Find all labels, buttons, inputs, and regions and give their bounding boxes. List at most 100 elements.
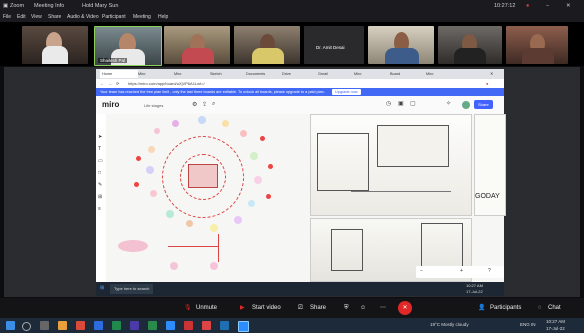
miro-info-banner: Your team has reached the free plan limi… bbox=[96, 88, 504, 96]
more-tools-icon[interactable]: ≡ bbox=[98, 206, 101, 212]
back-icon[interactable]: ← bbox=[100, 79, 104, 88]
mind-map-diagram[interactable] bbox=[110, 116, 300, 276]
reactions-icon[interactable]: ☺ bbox=[360, 302, 366, 314]
participants-button[interactable]: Participants bbox=[490, 302, 521, 314]
browser-tab[interactable]: Miro bbox=[352, 70, 390, 78]
shape-tool-icon[interactable]: □ bbox=[98, 170, 101, 176]
reload-icon[interactable]: ⟳ bbox=[116, 79, 119, 88]
mic-muted-icon[interactable]: 🎙 bbox=[184, 302, 192, 314]
zoom-out-icon[interactable]: − bbox=[420, 268, 423, 274]
app-icon[interactable] bbox=[220, 321, 229, 330]
browser-tab[interactable]: Documents bbox=[244, 70, 282, 78]
text-tool-icon[interactable]: T bbox=[98, 146, 101, 152]
browser-tab[interactable]: Drive bbox=[280, 70, 318, 78]
browser-tab[interactable]: Board bbox=[388, 70, 426, 78]
avatar[interactable] bbox=[462, 101, 470, 109]
sketch-thumbnail[interactable]: GODAY bbox=[474, 114, 506, 216]
audio-status-label: Hold Mary Sun bbox=[82, 3, 119, 9]
start-video-button[interactable]: Start video bbox=[252, 302, 281, 314]
participant-tile[interactable] bbox=[164, 26, 230, 64]
browser-tab[interactable]: Sketch bbox=[208, 70, 246, 78]
browser-tab[interactable]: Home bbox=[100, 70, 138, 78]
extension-icon[interactable]: ● bbox=[486, 79, 488, 88]
street-sketch-image[interactable] bbox=[310, 114, 472, 216]
comment-icon[interactable]: ▢ bbox=[410, 100, 416, 107]
menu-meeting[interactable]: Meeting bbox=[133, 12, 151, 22]
participant-tile[interactable]: Dr. Amit Desai bbox=[304, 26, 364, 64]
miro-board-canvas[interactable]: ➤ T ▭ □ ✎ ⊞ ≡ GODAY − + ? bbox=[96, 114, 506, 282]
active-speaker-tile[interactable]: Shailesh Pal bbox=[94, 26, 162, 66]
browser-tab[interactable]: Miro bbox=[424, 70, 462, 78]
upgrade-button[interactable]: Upgrade now bbox=[332, 89, 361, 95]
sticky-note-icon[interactable]: ▭ bbox=[98, 158, 103, 164]
more-icon[interactable]: ⋯ bbox=[380, 302, 386, 314]
system-date[interactable]: 17-Jul-22 bbox=[546, 326, 565, 331]
taskbar-search[interactable]: Type here to search bbox=[110, 284, 154, 294]
pdf-icon[interactable] bbox=[184, 321, 193, 330]
chat-button[interactable]: Chat bbox=[548, 302, 561, 314]
app-icon[interactable] bbox=[202, 321, 211, 330]
minimize-icon[interactable]: − bbox=[546, 0, 549, 12]
menu-help[interactable]: Help bbox=[158, 12, 168, 22]
start-icon[interactable]: ⊞ bbox=[100, 285, 104, 291]
frame-tool-icon[interactable]: ⊞ bbox=[98, 194, 102, 200]
menu-participant[interactable]: Participant bbox=[102, 12, 126, 22]
chat-icon[interactable]: ◌ bbox=[538, 302, 542, 314]
settings-icon[interactable]: ⚙ bbox=[192, 101, 197, 108]
browser-close-icon[interactable]: ✕ bbox=[490, 69, 493, 79]
chrome-icon[interactable] bbox=[76, 321, 85, 330]
meeting-info-button[interactable]: Meeting Info bbox=[34, 0, 64, 12]
upload-icon[interactable]: ⇪ bbox=[202, 101, 207, 108]
zoom-in-icon[interactable]: + bbox=[460, 268, 463, 274]
participants-icon[interactable]: 👤 bbox=[478, 302, 485, 314]
share-board-button[interactable]: Share bbox=[474, 100, 493, 109]
shield-icon[interactable]: ⛨ bbox=[344, 302, 349, 314]
task-view-icon[interactable] bbox=[40, 321, 49, 330]
video-off-icon[interactable]: ▶ bbox=[240, 302, 245, 314]
zoom-taskbar-icon[interactable] bbox=[166, 321, 175, 330]
browser-tab[interactable]: Miro bbox=[136, 70, 174, 78]
pen-tool-icon[interactable]: ✎ bbox=[98, 182, 102, 188]
address-url[interactable]: https://miro.com/app/board/uXjVP6A1LwI=/ bbox=[128, 79, 205, 88]
word-icon[interactable] bbox=[94, 321, 103, 330]
excel-icon[interactable] bbox=[112, 321, 121, 330]
close-icon[interactable]: ✕ bbox=[566, 0, 571, 12]
participant-tile[interactable] bbox=[234, 26, 300, 64]
menu-edit[interactable]: Edit bbox=[17, 12, 26, 22]
participant-tile[interactable] bbox=[22, 26, 88, 64]
app-icon[interactable] bbox=[148, 321, 157, 330]
search-taskbar-icon[interactable] bbox=[22, 322, 31, 331]
app-icon[interactable] bbox=[130, 321, 139, 330]
reaction-icon[interactable]: ✧ bbox=[446, 100, 451, 107]
leave-button[interactable]: ✕ bbox=[398, 301, 412, 315]
participant-tile[interactable] bbox=[368, 26, 434, 64]
help-icon[interactable]: ? bbox=[488, 268, 491, 274]
participant-tile[interactable] bbox=[506, 26, 568, 64]
browser-address-bar[interactable]: ← → ⟳ https://miro.com/app/board/uXjVP6A… bbox=[96, 79, 504, 88]
weather-label[interactable]: 19°C Mostly cloudy bbox=[430, 322, 469, 327]
board-name[interactable]: Life stages bbox=[144, 103, 163, 108]
menu-file[interactable]: File bbox=[3, 12, 11, 22]
share-screen-icon[interactable]: ⎚ bbox=[298, 302, 303, 314]
zoom-active-icon[interactable] bbox=[238, 321, 249, 332]
search-icon[interactable]: ⌕ bbox=[212, 101, 215, 108]
browser-tab[interactable]: Gmail bbox=[316, 70, 354, 78]
select-tool-icon[interactable]: ➤ bbox=[98, 134, 102, 140]
menu-view[interactable]: View bbox=[31, 12, 42, 22]
menu-audio-video[interactable]: Audio & Video bbox=[67, 12, 99, 22]
participant-tile[interactable] bbox=[438, 26, 502, 64]
record-icon: ● bbox=[526, 3, 530, 9]
system-time[interactable]: 10:27 AM bbox=[546, 319, 565, 324]
forward-icon[interactable]: → bbox=[108, 79, 112, 88]
taskbar-date: 17-Jul-22 bbox=[466, 289, 483, 294]
menu-share[interactable]: Share bbox=[48, 12, 61, 22]
file-explorer-icon[interactable] bbox=[58, 321, 67, 330]
timer-icon[interactable]: ◷ bbox=[386, 100, 391, 107]
language-label[interactable]: ENG IN bbox=[520, 322, 536, 327]
unmute-button[interactable]: Unmute bbox=[196, 302, 217, 314]
participant-name: Shailesh Pal bbox=[98, 58, 128, 63]
windows-start-icon[interactable] bbox=[6, 321, 15, 330]
share-button[interactable]: Share bbox=[310, 302, 326, 314]
browser-tab[interactable]: Miro bbox=[172, 70, 210, 78]
frame-icon[interactable]: ▣ bbox=[398, 100, 404, 107]
